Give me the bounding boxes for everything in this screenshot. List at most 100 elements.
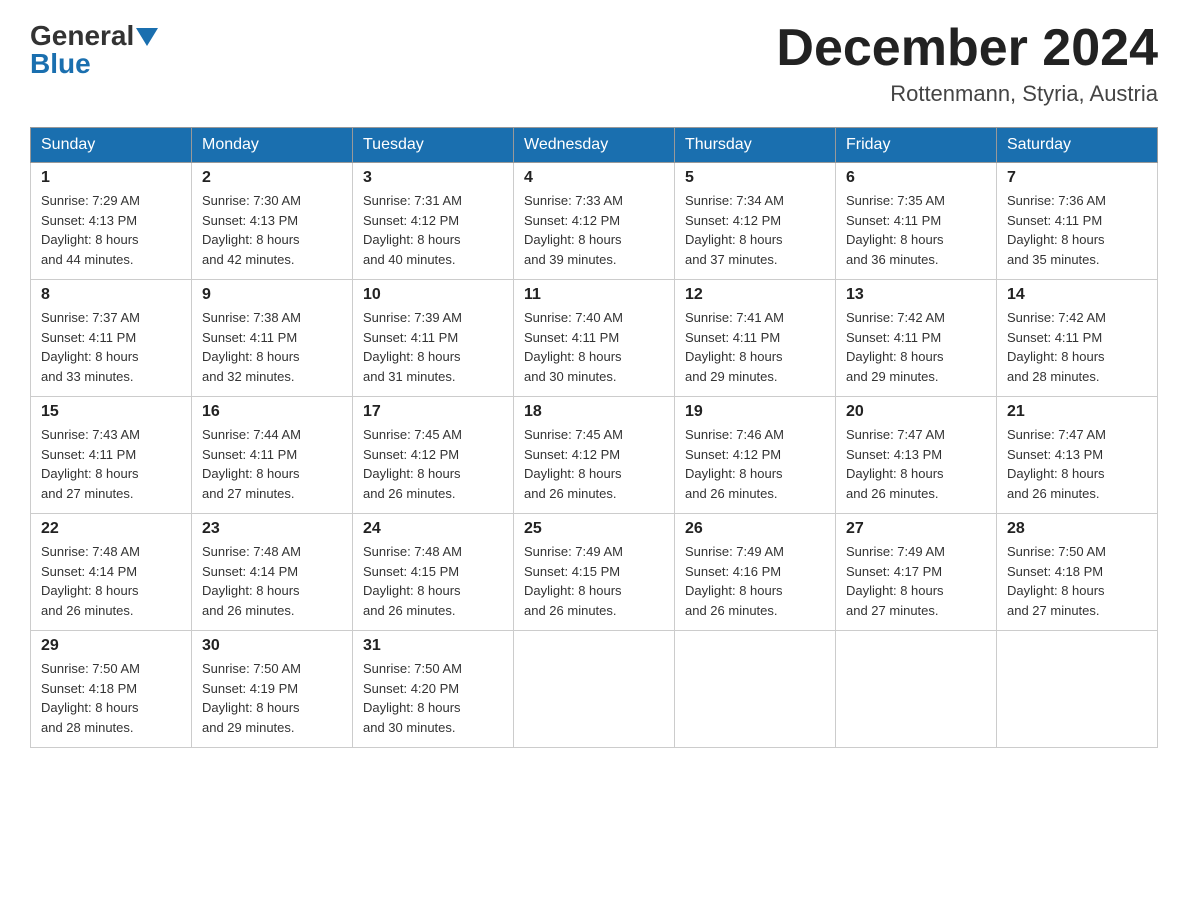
day-info: Sunrise: 7:36 AM Sunset: 4:11 PM Dayligh… [1007,191,1147,269]
calendar-cell: 19 Sunrise: 7:46 AM Sunset: 4:12 PM Dayl… [675,397,836,514]
calendar-cell: 15 Sunrise: 7:43 AM Sunset: 4:11 PM Dayl… [31,397,192,514]
day-number: 28 [1007,520,1147,538]
day-number: 3 [363,169,503,187]
calendar-cell: 6 Sunrise: 7:35 AM Sunset: 4:11 PM Dayli… [836,163,997,280]
col-header-monday: Monday [192,128,353,163]
col-header-tuesday: Tuesday [353,128,514,163]
day-number: 2 [202,169,342,187]
col-header-sunday: Sunday [31,128,192,163]
calendar-cell: 7 Sunrise: 7:36 AM Sunset: 4:11 PM Dayli… [997,163,1158,280]
calendar-cell: 3 Sunrise: 7:31 AM Sunset: 4:12 PM Dayli… [353,163,514,280]
calendar-cell: 20 Sunrise: 7:47 AM Sunset: 4:13 PM Dayl… [836,397,997,514]
calendar-cell: 9 Sunrise: 7:38 AM Sunset: 4:11 PM Dayli… [192,280,353,397]
calendar-cell: 31 Sunrise: 7:50 AM Sunset: 4:20 PM Dayl… [353,631,514,748]
day-info: Sunrise: 7:50 AM Sunset: 4:18 PM Dayligh… [41,659,181,737]
day-number: 12 [685,286,825,304]
day-info: Sunrise: 7:43 AM Sunset: 4:11 PM Dayligh… [41,425,181,503]
logo: General Blue [30,20,158,80]
day-info: Sunrise: 7:40 AM Sunset: 4:11 PM Dayligh… [524,308,664,386]
calendar-cell: 22 Sunrise: 7:48 AM Sunset: 4:14 PM Dayl… [31,514,192,631]
day-info: Sunrise: 7:45 AM Sunset: 4:12 PM Dayligh… [363,425,503,503]
day-number: 25 [524,520,664,538]
day-info: Sunrise: 7:41 AM Sunset: 4:11 PM Dayligh… [685,308,825,386]
calendar-cell [836,631,997,748]
calendar-cell: 1 Sunrise: 7:29 AM Sunset: 4:13 PM Dayli… [31,163,192,280]
location-subtitle: Rottenmann, Styria, Austria [776,81,1158,107]
calendar-cell: 30 Sunrise: 7:50 AM Sunset: 4:19 PM Dayl… [192,631,353,748]
day-info: Sunrise: 7:31 AM Sunset: 4:12 PM Dayligh… [363,191,503,269]
calendar-cell [514,631,675,748]
day-number: 11 [524,286,664,304]
day-info: Sunrise: 7:47 AM Sunset: 4:13 PM Dayligh… [1007,425,1147,503]
calendar-cell: 13 Sunrise: 7:42 AM Sunset: 4:11 PM Dayl… [836,280,997,397]
calendar-cell: 4 Sunrise: 7:33 AM Sunset: 4:12 PM Dayli… [514,163,675,280]
col-header-friday: Friday [836,128,997,163]
calendar-cell: 11 Sunrise: 7:40 AM Sunset: 4:11 PM Dayl… [514,280,675,397]
title-section: December 2024 Rottenmann, Styria, Austri… [776,20,1158,107]
calendar-cell: 21 Sunrise: 7:47 AM Sunset: 4:13 PM Dayl… [997,397,1158,514]
col-header-wednesday: Wednesday [514,128,675,163]
day-info: Sunrise: 7:33 AM Sunset: 4:12 PM Dayligh… [524,191,664,269]
day-info: Sunrise: 7:34 AM Sunset: 4:12 PM Dayligh… [685,191,825,269]
day-info: Sunrise: 7:42 AM Sunset: 4:11 PM Dayligh… [846,308,986,386]
page-header: General Blue December 2024 Rottenmann, S… [30,20,1158,107]
day-info: Sunrise: 7:46 AM Sunset: 4:12 PM Dayligh… [685,425,825,503]
day-number: 29 [41,637,181,655]
day-number: 14 [1007,286,1147,304]
day-number: 4 [524,169,664,187]
day-number: 1 [41,169,181,187]
calendar-header-row: SundayMondayTuesdayWednesdayThursdayFrid… [31,128,1158,163]
day-number: 30 [202,637,342,655]
day-number: 15 [41,403,181,421]
calendar-cell [675,631,836,748]
calendar-cell: 12 Sunrise: 7:41 AM Sunset: 4:11 PM Dayl… [675,280,836,397]
calendar-week-row: 1 Sunrise: 7:29 AM Sunset: 4:13 PM Dayli… [31,163,1158,280]
day-number: 8 [41,286,181,304]
month-title: December 2024 [776,20,1158,77]
day-info: Sunrise: 7:47 AM Sunset: 4:13 PM Dayligh… [846,425,986,503]
calendar-cell: 24 Sunrise: 7:48 AM Sunset: 4:15 PM Dayl… [353,514,514,631]
day-number: 17 [363,403,503,421]
day-number: 19 [685,403,825,421]
day-info: Sunrise: 7:45 AM Sunset: 4:12 PM Dayligh… [524,425,664,503]
day-number: 5 [685,169,825,187]
calendar-table: SundayMondayTuesdayWednesdayThursdayFrid… [30,127,1158,748]
day-number: 16 [202,403,342,421]
day-number: 9 [202,286,342,304]
calendar-cell: 18 Sunrise: 7:45 AM Sunset: 4:12 PM Dayl… [514,397,675,514]
day-info: Sunrise: 7:50 AM Sunset: 4:19 PM Dayligh… [202,659,342,737]
calendar-cell: 27 Sunrise: 7:49 AM Sunset: 4:17 PM Dayl… [836,514,997,631]
day-number: 23 [202,520,342,538]
day-number: 26 [685,520,825,538]
calendar-week-row: 15 Sunrise: 7:43 AM Sunset: 4:11 PM Dayl… [31,397,1158,514]
day-info: Sunrise: 7:50 AM Sunset: 4:18 PM Dayligh… [1007,542,1147,620]
day-number: 31 [363,637,503,655]
calendar-cell: 29 Sunrise: 7:50 AM Sunset: 4:18 PM Dayl… [31,631,192,748]
day-info: Sunrise: 7:30 AM Sunset: 4:13 PM Dayligh… [202,191,342,269]
day-info: Sunrise: 7:37 AM Sunset: 4:11 PM Dayligh… [41,308,181,386]
day-info: Sunrise: 7:48 AM Sunset: 4:14 PM Dayligh… [41,542,181,620]
day-info: Sunrise: 7:39 AM Sunset: 4:11 PM Dayligh… [363,308,503,386]
day-info: Sunrise: 7:35 AM Sunset: 4:11 PM Dayligh… [846,191,986,269]
day-number: 10 [363,286,503,304]
calendar-cell [997,631,1158,748]
calendar-cell: 16 Sunrise: 7:44 AM Sunset: 4:11 PM Dayl… [192,397,353,514]
calendar-cell: 17 Sunrise: 7:45 AM Sunset: 4:12 PM Dayl… [353,397,514,514]
day-info: Sunrise: 7:44 AM Sunset: 4:11 PM Dayligh… [202,425,342,503]
day-info: Sunrise: 7:42 AM Sunset: 4:11 PM Dayligh… [1007,308,1147,386]
col-header-thursday: Thursday [675,128,836,163]
col-header-saturday: Saturday [997,128,1158,163]
day-info: Sunrise: 7:49 AM Sunset: 4:15 PM Dayligh… [524,542,664,620]
day-number: 24 [363,520,503,538]
calendar-cell: 8 Sunrise: 7:37 AM Sunset: 4:11 PM Dayli… [31,280,192,397]
logo-arrow-icon [136,28,158,46]
calendar-week-row: 29 Sunrise: 7:50 AM Sunset: 4:18 PM Dayl… [31,631,1158,748]
calendar-cell: 5 Sunrise: 7:34 AM Sunset: 4:12 PM Dayli… [675,163,836,280]
day-number: 18 [524,403,664,421]
day-info: Sunrise: 7:49 AM Sunset: 4:17 PM Dayligh… [846,542,986,620]
day-number: 7 [1007,169,1147,187]
day-number: 27 [846,520,986,538]
calendar-cell: 26 Sunrise: 7:49 AM Sunset: 4:16 PM Dayl… [675,514,836,631]
calendar-cell: 25 Sunrise: 7:49 AM Sunset: 4:15 PM Dayl… [514,514,675,631]
logo-blue-text: Blue [30,48,91,80]
